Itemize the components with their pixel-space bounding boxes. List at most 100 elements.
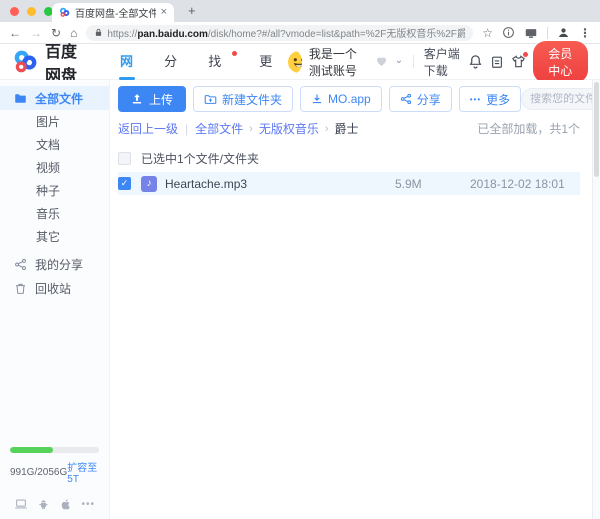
tab-title: 百度网盘-全部文件 — [75, 5, 156, 20]
lock-icon — [94, 28, 103, 37]
tab-bar: 百度网盘-全部文件 × + — [0, 0, 600, 22]
close-window-button[interactable] — [10, 7, 19, 16]
list-header: 已选中1个文件/文件夹 — [118, 146, 580, 170]
new-badge-dot — [232, 51, 237, 56]
share-nodes-icon — [400, 93, 412, 105]
new-tab-button[interactable]: + — [188, 3, 196, 18]
sidebar-item-music[interactable]: 音乐 — [0, 202, 109, 225]
device-links: ••• — [10, 497, 99, 511]
profile-icon[interactable] — [557, 26, 570, 39]
window-controls — [10, 7, 53, 16]
browser-tab[interactable]: 百度网盘-全部文件 × — [52, 3, 174, 22]
header-right: 我是一个测试账号 ⌄ 客户端下载 会员中心 — [288, 41, 588, 83]
url-text: https://pan.baidu.com/disk/home?#/all?vm… — [107, 25, 465, 40]
nav-tab-pan[interactable]: 网盘 — [105, 44, 149, 80]
breadcrumb-divider: | — [185, 122, 188, 136]
user-avatar[interactable] — [288, 51, 302, 73]
divider — [413, 55, 414, 68]
selection-info: 已选中1个文件/文件夹 — [141, 150, 259, 167]
bell-icon[interactable] — [468, 54, 483, 69]
breadcrumb-separator: › — [249, 123, 253, 135]
monitor-icon[interactable] — [524, 26, 538, 40]
upload-button[interactable]: 上传 — [118, 86, 186, 112]
storage-used-label: 991G/2056G — [10, 467, 67, 478]
file-row[interactable]: ✓ ♪ Heartache.mp3 5.9M 2018-12-02 18:01 — [118, 172, 580, 195]
action-toolbar: 上传 新建文件夹 MO.app — [118, 86, 580, 112]
nav-tab-more[interactable]: 更多 — [244, 44, 288, 80]
browser-menu-icon[interactable]: ⋮ — [579, 26, 591, 40]
file-modified-date: 2018-12-02 18:01 — [470, 177, 580, 191]
sidebar-item-videos[interactable]: 视频 — [0, 156, 109, 179]
sidebar-item-documents[interactable]: 文档 — [0, 133, 109, 156]
sidebar-item-torrents[interactable]: 种子 — [0, 179, 109, 202]
app-body: 全部文件 图片 文档 视频 种子 音乐 其它 我的分享 — [0, 80, 600, 519]
breadcrumb: 返回上一级 | 全部文件 › 无版权音乐 › 爵士 已全部加载，共1个 — [118, 120, 580, 137]
storage-upgrade-link[interactable]: 扩容至5T — [67, 459, 99, 485]
apple-icon[interactable] — [59, 497, 72, 511]
nav-tab-share[interactable]: 分享 — [149, 44, 193, 80]
bookmark-star-icon[interactable]: ☆ — [482, 26, 493, 40]
check-icon: ✓ — [121, 179, 129, 188]
breadcrumb-back-link[interactable]: 返回上一级 — [118, 120, 178, 137]
notification-dot — [523, 52, 528, 57]
brand[interactable]: 百度网盘 — [12, 38, 87, 86]
new-folder-button[interactable]: 新建文件夹 — [193, 86, 293, 112]
breadcrumb-separator: › — [325, 123, 329, 135]
desktop-client-icon[interactable] — [14, 497, 28, 511]
address-bar[interactable]: https://pan.baidu.com/disk/home?#/all?vm… — [86, 25, 473, 41]
mo-app-button[interactable]: MO.app — [300, 86, 382, 112]
search-input[interactable] — [530, 93, 600, 105]
baidu-pan-logo-icon — [12, 49, 38, 75]
android-icon[interactable] — [37, 497, 50, 511]
file-name[interactable]: Heartache.mp3 — [165, 177, 395, 191]
music-file-icon: ♪ — [141, 176, 157, 192]
download-icon — [311, 93, 323, 105]
folder-icon — [14, 92, 27, 105]
baidu-pan-favicon-icon — [59, 7, 70, 18]
loaded-info: 已全部加载，共1个 — [477, 120, 580, 137]
storage-progress-bar — [10, 447, 99, 453]
sidebar-item-pictures[interactable]: 图片 — [0, 110, 109, 133]
vip-center-button[interactable]: 会员中心 — [533, 41, 588, 83]
file-manager-content: 上传 新建文件夹 MO.app — [110, 80, 592, 519]
sidebar: 全部文件 图片 文档 视频 种子 音乐 其它 我的分享 — [0, 80, 110, 519]
storage-panel: 991G/2056G 扩容至5T ••• — [0, 447, 109, 519]
sidebar-item-label: 全部文件 — [35, 90, 83, 107]
tshirt-icon[interactable] — [511, 54, 526, 69]
info-icon[interactable] — [502, 26, 515, 39]
trash-icon — [14, 282, 27, 295]
close-tab-icon[interactable]: × — [161, 7, 167, 18]
breadcrumb-current: 爵士 — [335, 120, 359, 137]
share-button[interactable]: 分享 — [389, 86, 452, 112]
main-nav: 网盘 分享 找资源 更多 — [105, 44, 288, 80]
upload-icon — [131, 93, 143, 105]
scrollbar[interactable] — [592, 80, 600, 519]
chevron-down-icon[interactable]: ⌄ — [395, 55, 403, 66]
clipboard-icon[interactable] — [490, 55, 504, 69]
browser-window: 百度网盘-全部文件 × + ← → ↻ ⌂ https://pan.baidu.… — [0, 0, 600, 519]
brand-name: 百度网盘 — [45, 38, 87, 86]
nav-tab-find-resources[interactable]: 找资源 — [193, 44, 244, 80]
breadcrumb-item-all-files[interactable]: 全部文件 — [195, 120, 243, 137]
more-dots-icon: ••• — [470, 95, 481, 104]
heart-icon — [375, 55, 388, 68]
sidebar-item-recycle-bin[interactable]: 回收站 — [0, 276, 109, 300]
file-size: 5.9M — [395, 177, 470, 191]
share-icon — [14, 258, 27, 271]
username[interactable]: 我是一个测试账号 — [309, 45, 368, 79]
sidebar-item-all-files[interactable]: 全部文件 — [0, 86, 109, 110]
folder-plus-icon — [204, 93, 217, 106]
more-devices-icon[interactable]: ••• — [81, 497, 95, 511]
scrollbar-thumb[interactable] — [594, 82, 599, 177]
minimize-window-button[interactable] — [27, 7, 36, 16]
divider — [547, 27, 548, 39]
sidebar-item-my-shares[interactable]: 我的分享 — [0, 252, 109, 276]
select-all-checkbox[interactable] — [118, 152, 131, 165]
breadcrumb-item-folder[interactable]: 无版权音乐 — [259, 120, 319, 137]
more-actions-button[interactable]: ••• 更多 — [459, 86, 521, 112]
app-header: 百度网盘 网盘 分享 找资源 更多 我是一个测试账号 ⌄ 客户端下载 — [0, 44, 600, 80]
sidebar-item-other[interactable]: 其它 — [0, 225, 109, 248]
search-box[interactable] — [521, 88, 600, 110]
file-checkbox[interactable]: ✓ — [118, 177, 131, 190]
client-download-link[interactable]: 客户端下载 — [424, 45, 461, 79]
